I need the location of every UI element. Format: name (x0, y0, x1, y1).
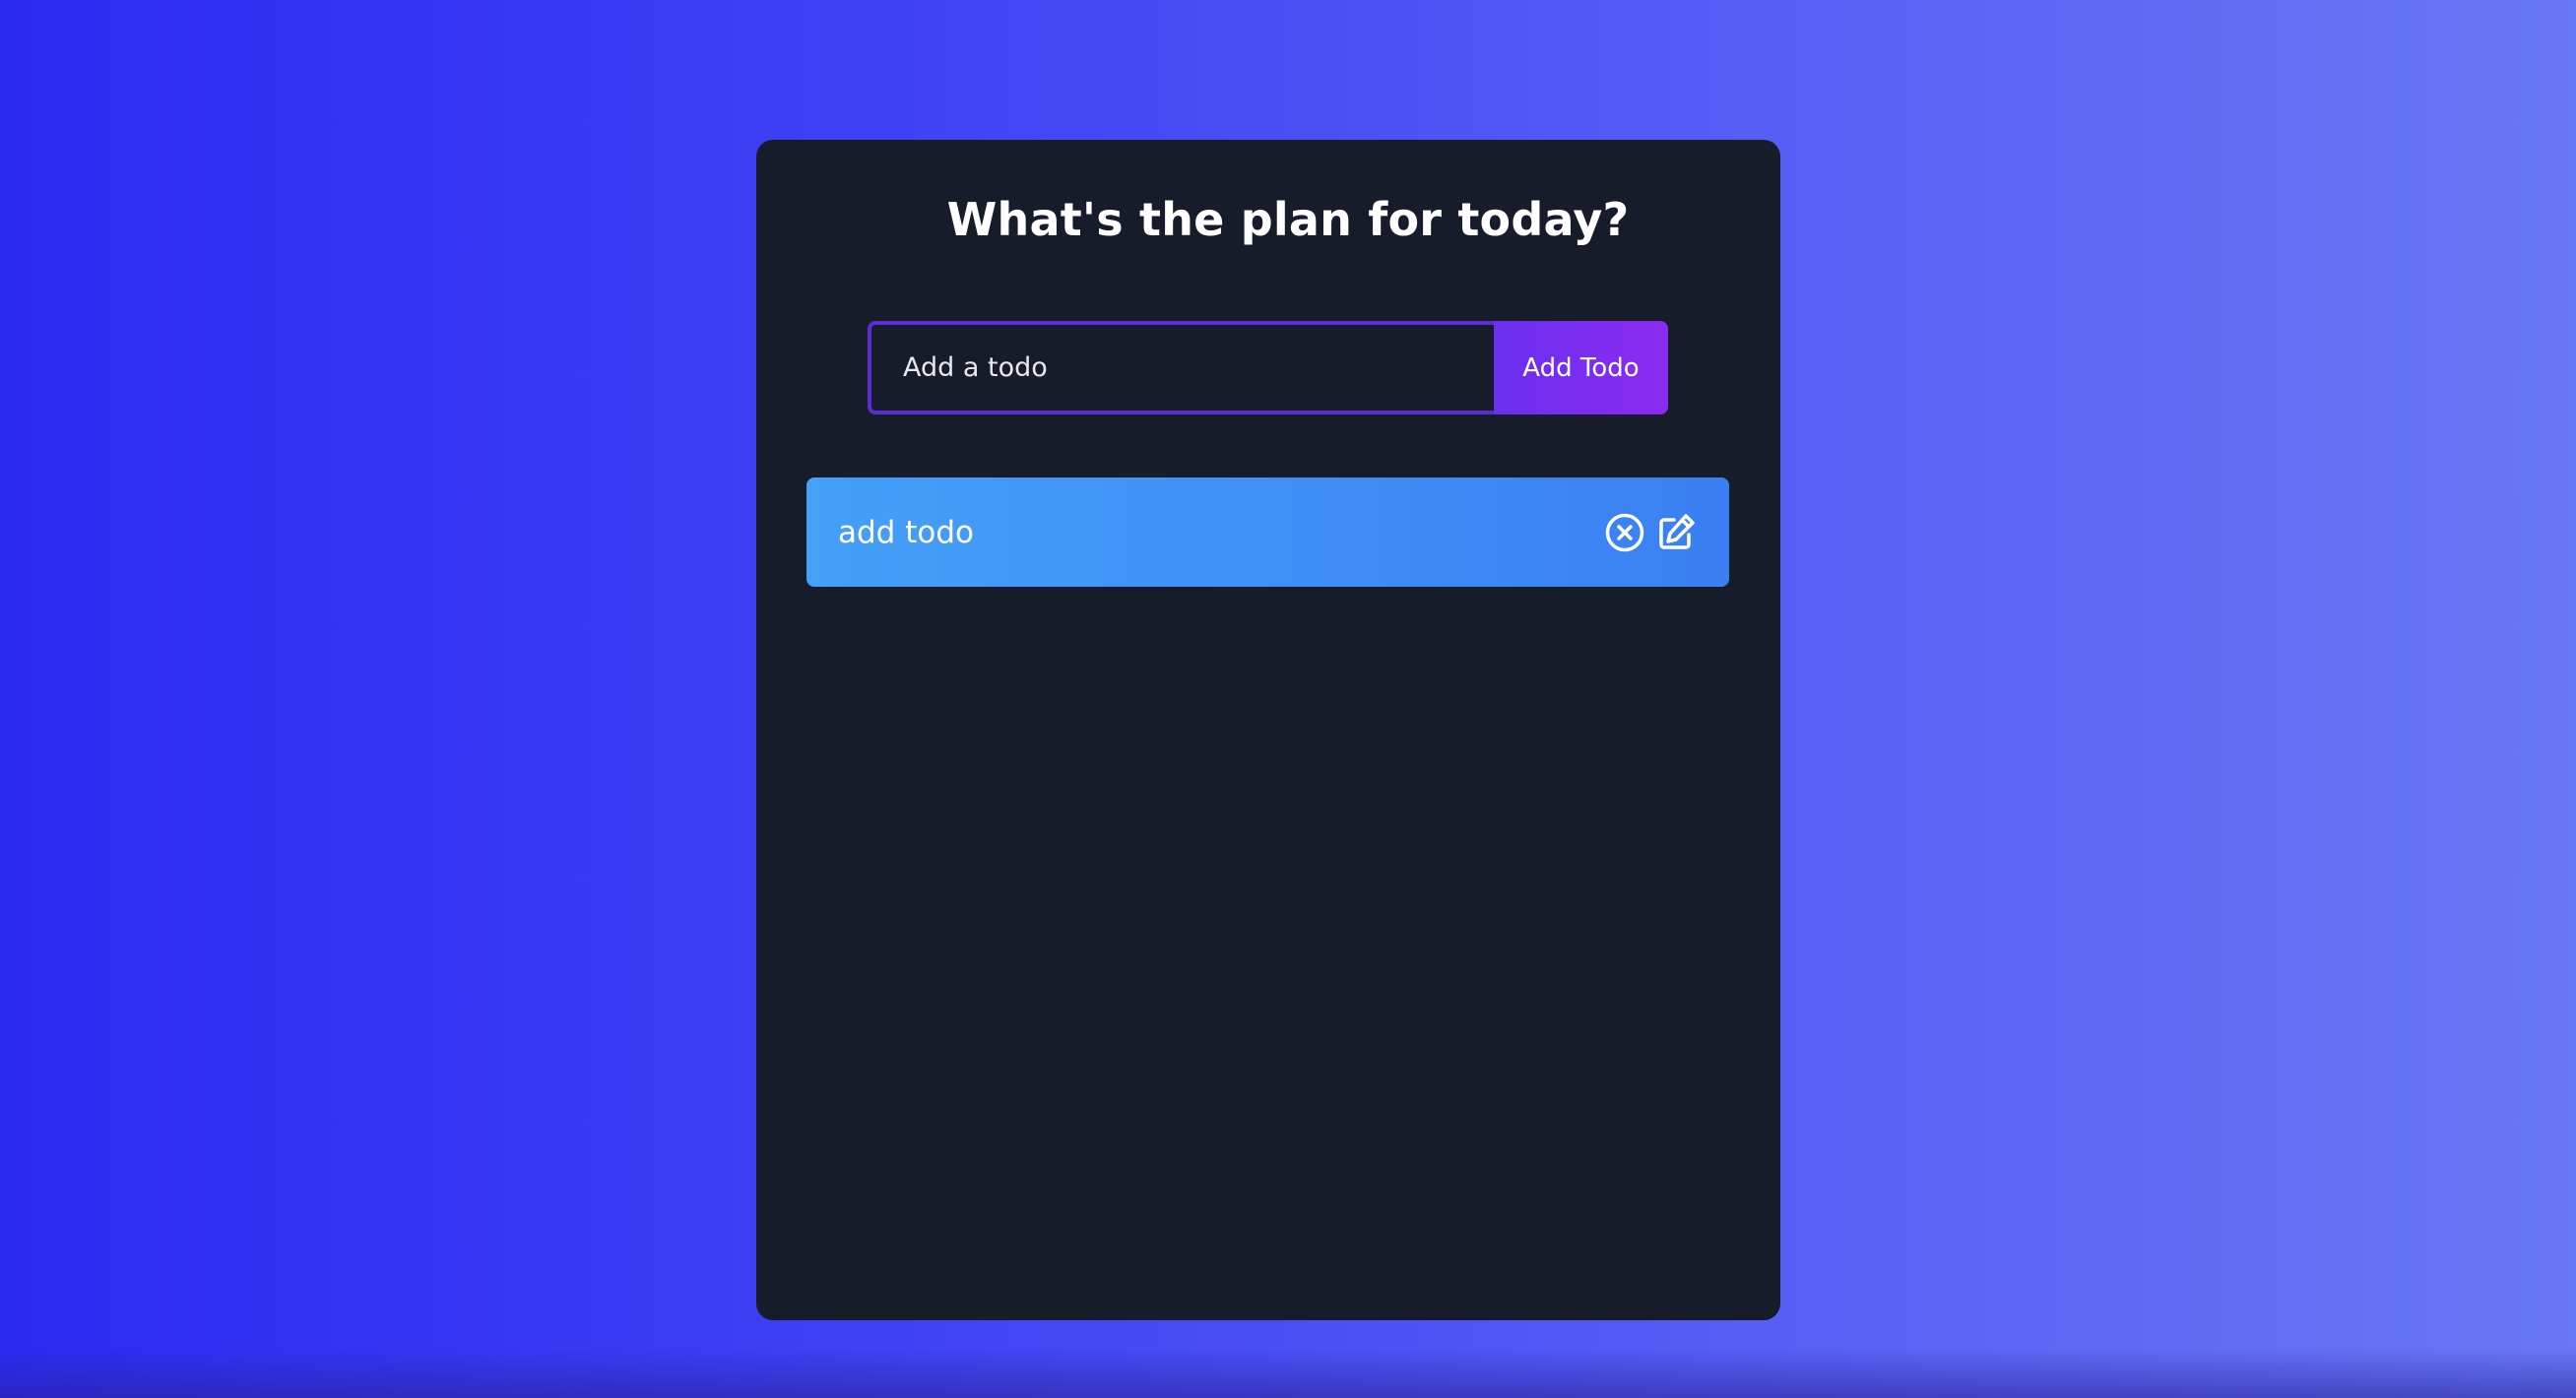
todo-item-actions (1603, 511, 1698, 554)
todo-form: Add Todo (868, 321, 1668, 414)
todo-item-text[interactable]: add todo (838, 515, 1603, 550)
add-todo-button[interactable]: Add Todo (1494, 321, 1668, 414)
todo-app-card (756, 140, 1780, 1320)
edit-icon[interactable] (1654, 511, 1698, 554)
todo-item: add todo (806, 477, 1729, 587)
page-title: What's the plan for today? (946, 193, 1630, 246)
todo-input[interactable] (868, 321, 1494, 414)
page-bottom-shade (0, 1349, 2576, 1398)
delete-icon[interactable] (1603, 511, 1646, 554)
